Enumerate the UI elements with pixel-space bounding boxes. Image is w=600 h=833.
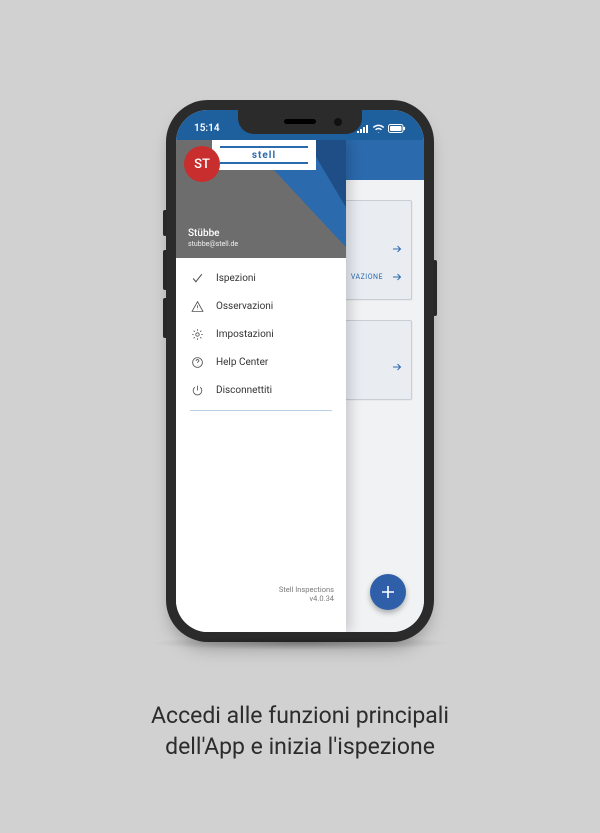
phone-power-button — [434, 260, 437, 316]
status-time: 15:14 — [194, 123, 220, 134]
menu-separator — [190, 410, 332, 411]
menu-item-label: Ispezioni — [216, 273, 256, 284]
gear-icon — [190, 327, 204, 341]
brand-logo-text: stell — [220, 146, 308, 164]
card-action-label: VAZIONE — [351, 273, 383, 281]
help-icon — [190, 355, 204, 369]
phone-mock: 15:14 VAZIONE — [166, 100, 434, 642]
menu-item-inspections[interactable]: Ispezioni — [176, 264, 346, 292]
profile-block: Stübbe stubbe@stell.de — [188, 228, 238, 248]
brand-logo: stell — [212, 140, 316, 170]
app-area: VAZIONE — [176, 140, 424, 632]
profile-name: Stübbe — [188, 228, 238, 239]
drawer-footer: Stell Inspections v4.0.34 — [176, 585, 346, 633]
plus-icon — [380, 584, 396, 600]
marketing-caption: Accedi alle funzioni principali dell'App… — [0, 700, 600, 762]
avatar[interactable]: ST — [184, 146, 220, 182]
app-version-label: v4.0.34 — [176, 594, 334, 604]
arrow-right-icon — [391, 243, 403, 255]
profile-email: stubbe@stell.de — [188, 240, 238, 248]
nav-drawer: ST stell Stübbe stubbe@stell.de — [176, 140, 346, 632]
app-name-label: Stell Inspections — [176, 585, 334, 595]
caption-line-1: Accedi alle funzioni principali — [151, 702, 449, 729]
menu-item-label: Impostazioni — [216, 329, 274, 340]
power-icon — [190, 383, 204, 397]
fab-add-button[interactable] — [370, 574, 406, 610]
phone-notch — [238, 110, 362, 134]
avatar-initials: ST — [194, 157, 210, 172]
status-icons — [357, 124, 406, 133]
menu-item-logout[interactable]: Disconnettiti — [176, 376, 346, 404]
menu-item-label: Disconnettiti — [216, 385, 272, 396]
menu-item-settings[interactable]: Impostazioni — [176, 320, 346, 348]
screen: 15:14 VAZIONE — [176, 110, 424, 632]
menu-item-help[interactable]: Help Center — [176, 348, 346, 376]
drawer-header: ST stell Stübbe stubbe@stell.de — [176, 140, 346, 258]
warning-icon — [190, 299, 204, 313]
menu-item-label: Osservazioni — [216, 301, 273, 312]
battery-icon — [388, 124, 406, 133]
drawer-list: Ispezioni Osservazioni Impostazioni — [176, 258, 346, 411]
card-action-row[interactable] — [391, 361, 403, 373]
wifi-icon — [372, 124, 385, 133]
menu-item-label: Help Center — [216, 357, 268, 368]
caption-line-2: dell'App e inizia l'ispezione — [165, 733, 435, 760]
card-action-row[interactable]: VAZIONE — [351, 271, 403, 283]
check-icon — [190, 271, 204, 285]
menu-item-observations[interactable]: Osservazioni — [176, 292, 346, 320]
phone-shadow — [150, 636, 450, 650]
card-action-row[interactable] — [391, 243, 403, 255]
arrow-right-icon — [391, 271, 403, 283]
arrow-right-icon — [391, 361, 403, 373]
